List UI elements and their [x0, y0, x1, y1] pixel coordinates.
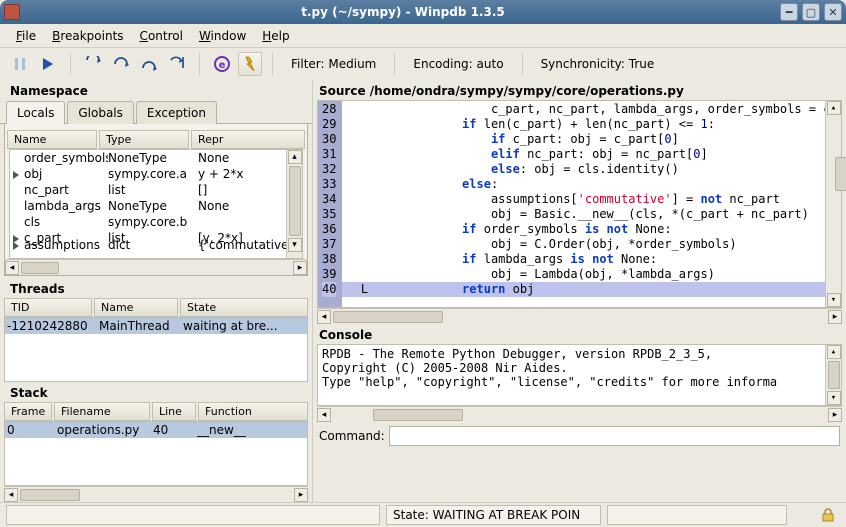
status-state waiting: State: WAITING AT BREAK POIN: [386, 505, 601, 525]
synchronicity-label[interactable]: Synchronicity: True: [533, 57, 663, 71]
scroll-up-icon[interactable]: ▴: [827, 345, 841, 359]
scroll-right-icon[interactable]: ▸: [293, 261, 307, 275]
scroll-left-icon[interactable]: ◂: [317, 408, 331, 422]
scroll-right-icon[interactable]: ▸: [828, 408, 842, 422]
filter-label[interactable]: Filter: Medium: [283, 57, 384, 71]
minimize-button[interactable]: ━: [780, 3, 798, 21]
source-view[interactable]: 28293031323334353637383940 c_part, nc_pa…: [317, 100, 842, 308]
status-blank: [6, 505, 380, 525]
menu-help[interactable]: Help: [254, 27, 297, 45]
run-to-line-button[interactable]: [165, 52, 189, 76]
console-vscroll[interactable]: ▴ ▾: [825, 345, 841, 405]
stack-row[interactable]: 0 operations.py 40 __new__: [5, 422, 307, 438]
command-label: Command:: [319, 429, 385, 443]
scroll-left-icon[interactable]: ◂: [4, 488, 18, 502]
col-function[interactable]: Function: [198, 402, 308, 421]
source-vscroll[interactable]: ▴ ▾: [825, 101, 841, 307]
stack-title: Stack: [0, 382, 312, 402]
namespace-row[interactable]: objsympy.core.ay + 2*x: [10, 166, 302, 182]
namespace-row[interactable]: clssympy.core.b: [10, 214, 302, 230]
source-header: Source /home/ondra/sympy/sympy/core/oper…: [313, 80, 846, 100]
menu-file[interactable]: File: [8, 27, 44, 45]
tab-globals[interactable]: Globals: [67, 101, 134, 124]
threads-title: Threads: [0, 278, 312, 298]
pause-button[interactable]: [8, 52, 32, 76]
namespace-list[interactable]: order_symbolsNoneTypeNoneobjsympy.core.a…: [9, 149, 303, 259]
lock-icon: [820, 507, 836, 523]
break-button[interactable]: [238, 52, 262, 76]
menu-control[interactable]: Control: [132, 27, 191, 45]
col-repr[interactable]: Repr: [191, 130, 305, 149]
go-button[interactable]: [36, 52, 60, 76]
threads-list[interactable]: -1210242880 MainThread waiting at bre...: [4, 317, 308, 382]
scroll-left-icon[interactable]: ◂: [317, 310, 331, 324]
namespace-row[interactable]: lambda_argsNoneTypeNone: [10, 198, 302, 214]
step-over-button[interactable]: [109, 52, 133, 76]
scroll-up-icon[interactable]: ▴: [827, 101, 841, 115]
close-button[interactable]: ✕: [824, 3, 842, 21]
scroll-up-icon[interactable]: ▴: [288, 150, 302, 164]
menu-breakpoints[interactable]: Breakpoints: [44, 27, 131, 45]
tab-exception[interactable]: Exception: [136, 101, 217, 124]
col-thread-name[interactable]: Name: [94, 298, 178, 317]
col-name[interactable]: Name: [7, 130, 97, 149]
scroll-down-icon[interactable]: ▾: [827, 391, 841, 405]
thread-row[interactable]: -1210242880 MainThread waiting at bre...: [5, 318, 307, 334]
status-blank2: [607, 505, 787, 525]
scroll-right-icon[interactable]: ▸: [828, 310, 842, 324]
status-bar: State: WAITING AT BREAK POIN: [0, 502, 846, 527]
command-input[interactable]: [389, 426, 840, 446]
console-output[interactable]: RPDB - The Remote Python Debugger, versi…: [317, 344, 842, 406]
step-into-button[interactable]: [81, 52, 105, 76]
encoding-label[interactable]: Encoding: auto: [405, 57, 511, 71]
toolbar: e Filter: Medium Encoding: auto Synchron…: [0, 48, 846, 80]
namespace-vscroll[interactable]: ▴ ▾: [286, 150, 302, 258]
window-title: t.py (~/sympy) - Winpdb 1.3.5: [26, 5, 780, 19]
app-icon: [4, 4, 20, 20]
namespace-title: Namespace: [0, 80, 312, 100]
namespace-row[interactable]: nc_partlist[]: [10, 182, 302, 198]
source-hscroll[interactable]: ◂ ▸: [317, 308, 842, 324]
namespace-tabs: Locals Globals Exception: [0, 100, 312, 124]
col-frame[interactable]: Frame: [4, 402, 52, 421]
console-hscroll[interactable]: ◂ ▸: [317, 406, 842, 422]
col-type[interactable]: Type: [99, 130, 189, 149]
scroll-down-icon[interactable]: ▾: [827, 293, 841, 307]
namespace-row[interactable]: assumptionsdict{'commutative': [10, 237, 302, 253]
namespace-hscroll[interactable]: ◂ ▸: [5, 259, 307, 275]
svg-text:e: e: [219, 60, 226, 71]
menu-bar: File Breakpoints Control Window Help: [0, 24, 846, 48]
tab-locals[interactable]: Locals: [6, 101, 65, 124]
col-tid[interactable]: TID: [4, 298, 92, 317]
col-filename[interactable]: Filename: [54, 402, 150, 421]
menu-window[interactable]: Window: [191, 27, 254, 45]
exception-button[interactable]: e: [210, 52, 234, 76]
scroll-right-icon[interactable]: ▸: [294, 488, 308, 502]
stack-list[interactable]: 0 operations.py 40 __new__: [4, 421, 308, 486]
scroll-left-icon[interactable]: ◂: [5, 261, 19, 275]
col-line[interactable]: Line: [152, 402, 196, 421]
col-thread-state[interactable]: State: [180, 298, 308, 317]
source-code[interactable]: c_part, nc_part, lambda_args, order_symb…: [342, 101, 841, 307]
maximize-button[interactable]: ▢: [802, 3, 820, 21]
console-title: Console: [313, 324, 846, 344]
namespace-row[interactable]: order_symbolsNoneTypeNone: [10, 150, 302, 166]
scroll-down-icon[interactable]: ▾: [288, 238, 302, 252]
source-gutter: 28293031323334353637383940: [318, 101, 342, 307]
step-out-button[interactable]: [137, 52, 161, 76]
stack-hscroll[interactable]: ◂ ▸: [4, 486, 308, 502]
titlebar: t.py (~/sympy) - Winpdb 1.3.5 ━ ▢ ✕: [0, 0, 846, 24]
